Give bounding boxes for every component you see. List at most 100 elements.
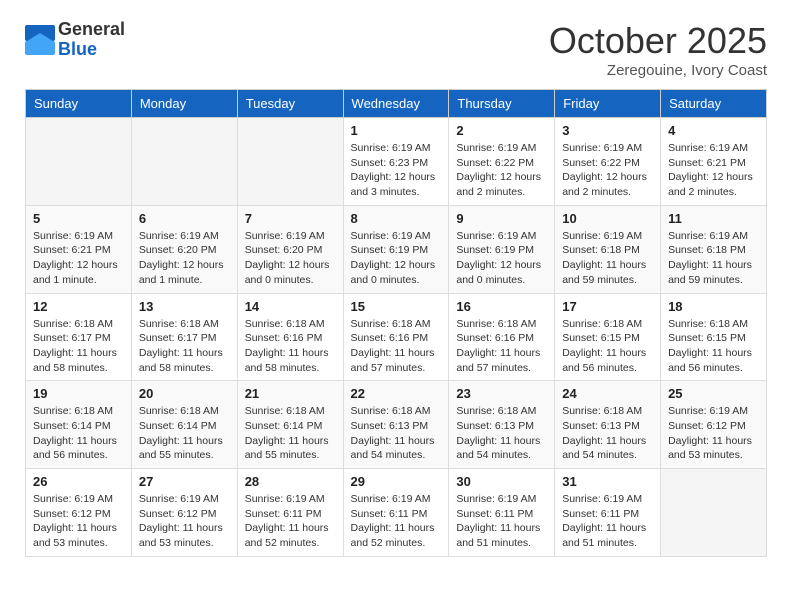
day-info: Sunrise: 6:18 AM Sunset: 6:13 PM Dayligh… [562,404,653,463]
day-number: 21 [245,386,336,401]
day-info: Sunrise: 6:18 AM Sunset: 6:16 PM Dayligh… [456,317,547,376]
day-number: 20 [139,386,230,401]
week-row-4: 19 Sunrise: 6:18 AM Sunset: 6:14 PM Dayli… [26,381,767,469]
day-info: Sunrise: 6:18 AM Sunset: 6:13 PM Dayligh… [351,404,442,463]
calendar-cell: 28 Sunrise: 6:19 AM Sunset: 6:11 PM Dayli… [237,469,343,557]
day-header-friday: Friday [555,90,661,118]
day-info: Sunrise: 6:18 AM Sunset: 6:17 PM Dayligh… [33,317,124,376]
day-number: 2 [456,123,547,138]
calendar-cell: 13 Sunrise: 6:18 AM Sunset: 6:17 PM Dayli… [131,293,237,381]
day-header-thursday: Thursday [449,90,555,118]
day-header-sunday: Sunday [26,90,132,118]
calendar-cell: 2Sunrise: 6:19 AM Sunset: 6:22 PM Daylig… [449,118,555,206]
day-info: Sunrise: 6:19 AM Sunset: 6:18 PM Dayligh… [562,229,653,288]
week-row-2: 5 Sunrise: 6:19 AM Sunset: 6:21 PM Daylig… [26,205,767,293]
day-number: 10 [562,211,653,226]
calendar-cell: 22 Sunrise: 6:18 AM Sunset: 6:13 PM Dayli… [343,381,449,469]
day-headers-row: SundayMondayTuesdayWednesdayThursdayFrid… [26,90,767,118]
calendar-cell: 10 Sunrise: 6:19 AM Sunset: 6:18 PM Dayli… [555,205,661,293]
week-row-1: 1Sunrise: 6:19 AM Sunset: 6:23 PM Daylig… [26,118,767,206]
month-title: October 2025 [549,20,767,62]
day-number: 18 [668,299,759,314]
calendar-cell: 21 Sunrise: 6:18 AM Sunset: 6:14 PM Dayli… [237,381,343,469]
calendar-cell: 14Sunrise: 6:18 AM Sunset: 6:16 PM Dayli… [237,293,343,381]
calendar-cell: 20 Sunrise: 6:18 AM Sunset: 6:14 PM Dayli… [131,381,237,469]
day-number: 5 [33,211,124,226]
day-number: 4 [668,123,759,138]
day-number: 22 [351,386,442,401]
day-info: Sunrise: 6:18 AM Sunset: 6:16 PM Dayligh… [245,317,336,376]
day-number: 19 [33,386,124,401]
calendar-cell: 26 Sunrise: 6:19 AM Sunset: 6:12 PM Dayli… [26,469,132,557]
day-number: 31 [562,474,653,489]
day-info: Sunrise: 6:19 AM Sunset: 6:11 PM Dayligh… [245,492,336,551]
calendar-cell: 23Sunrise: 6:18 AM Sunset: 6:13 PM Dayli… [449,381,555,469]
calendar-cell [26,118,132,206]
calendar-cell: 4 Sunrise: 6:19 AM Sunset: 6:21 PM Daylig… [661,118,767,206]
calendar-cell: 5 Sunrise: 6:19 AM Sunset: 6:21 PM Daylig… [26,205,132,293]
week-row-3: 12 Sunrise: 6:18 AM Sunset: 6:17 PM Dayli… [26,293,767,381]
calendar-cell: 9Sunrise: 6:19 AM Sunset: 6:19 PM Daylig… [449,205,555,293]
calendar-cell: 3 Sunrise: 6:19 AM Sunset: 6:22 PM Daylig… [555,118,661,206]
day-number: 13 [139,299,230,314]
day-info: Sunrise: 6:19 AM Sunset: 6:19 PM Dayligh… [351,229,442,288]
calendar-cell: 17 Sunrise: 6:18 AM Sunset: 6:15 PM Dayli… [555,293,661,381]
day-header-monday: Monday [131,90,237,118]
calendar-cell: 18 Sunrise: 6:18 AM Sunset: 6:15 PM Dayli… [661,293,767,381]
logo-text: General Blue [58,20,125,60]
day-number: 30 [456,474,547,489]
day-number: 27 [139,474,230,489]
day-number: 8 [351,211,442,226]
calendar-cell: 29Sunrise: 6:19 AM Sunset: 6:11 PM Dayli… [343,469,449,557]
day-number: 23 [456,386,547,401]
calendar-cell: 11 Sunrise: 6:19 AM Sunset: 6:18 PM Dayli… [661,205,767,293]
day-number: 17 [562,299,653,314]
day-info: Sunrise: 6:19 AM Sunset: 6:21 PM Dayligh… [668,141,759,200]
day-info: Sunrise: 6:18 AM Sunset: 6:15 PM Dayligh… [562,317,653,376]
day-header-tuesday: Tuesday [237,90,343,118]
day-info: Sunrise: 6:19 AM Sunset: 6:22 PM Dayligh… [562,141,653,200]
day-info: Sunrise: 6:18 AM Sunset: 6:14 PM Dayligh… [245,404,336,463]
calendar-cell: 19 Sunrise: 6:18 AM Sunset: 6:14 PM Dayli… [26,381,132,469]
week-row-5: 26 Sunrise: 6:19 AM Sunset: 6:12 PM Dayli… [26,469,767,557]
calendar-table: SundayMondayTuesdayWednesdayThursdayFrid… [25,89,767,557]
calendar-cell: 24 Sunrise: 6:18 AM Sunset: 6:13 PM Dayli… [555,381,661,469]
day-number: 11 [668,211,759,226]
day-number: 25 [668,386,759,401]
day-info: Sunrise: 6:19 AM Sunset: 6:18 PM Dayligh… [668,229,759,288]
day-info: Sunrise: 6:19 AM Sunset: 6:23 PM Dayligh… [351,141,442,200]
day-info: Sunrise: 6:19 AM Sunset: 6:20 PM Dayligh… [245,229,336,288]
logo-general: General [58,20,125,40]
location: Zeregouine, Ivory Coast [549,62,767,79]
day-number: 9 [456,211,547,226]
day-header-wednesday: Wednesday [343,90,449,118]
calendar-cell [237,118,343,206]
day-info: Sunrise: 6:19 AM Sunset: 6:11 PM Dayligh… [562,492,653,551]
calendar-cell: 25Sunrise: 6:19 AM Sunset: 6:12 PM Dayli… [661,381,767,469]
calendar-cell: 6Sunrise: 6:19 AM Sunset: 6:20 PM Daylig… [131,205,237,293]
day-number: 26 [33,474,124,489]
day-info: Sunrise: 6:19 AM Sunset: 6:12 PM Dayligh… [139,492,230,551]
calendar-cell: 1Sunrise: 6:19 AM Sunset: 6:23 PM Daylig… [343,118,449,206]
day-info: Sunrise: 6:19 AM Sunset: 6:21 PM Dayligh… [33,229,124,288]
day-number: 15 [351,299,442,314]
day-number: 12 [33,299,124,314]
day-info: Sunrise: 6:18 AM Sunset: 6:14 PM Dayligh… [33,404,124,463]
calendar-cell: 12 Sunrise: 6:18 AM Sunset: 6:17 PM Dayli… [26,293,132,381]
calendar-cell: 15Sunrise: 6:18 AM Sunset: 6:16 PM Dayli… [343,293,449,381]
day-header-saturday: Saturday [661,90,767,118]
calendar-cell: 27 Sunrise: 6:19 AM Sunset: 6:12 PM Dayli… [131,469,237,557]
day-number: 24 [562,386,653,401]
logo-icon [25,25,55,55]
day-info: Sunrise: 6:18 AM Sunset: 6:17 PM Dayligh… [139,317,230,376]
day-number: 28 [245,474,336,489]
calendar-cell: 30Sunrise: 6:19 AM Sunset: 6:11 PM Dayli… [449,469,555,557]
day-info: Sunrise: 6:18 AM Sunset: 6:14 PM Dayligh… [139,404,230,463]
day-info: Sunrise: 6:19 AM Sunset: 6:12 PM Dayligh… [33,492,124,551]
day-number: 3 [562,123,653,138]
day-info: Sunrise: 6:18 AM Sunset: 6:15 PM Dayligh… [668,317,759,376]
title-block: October 2025 Zeregouine, Ivory Coast [549,20,767,79]
calendar-cell [661,469,767,557]
day-number: 7 [245,211,336,226]
logo: General Blue [25,20,125,60]
